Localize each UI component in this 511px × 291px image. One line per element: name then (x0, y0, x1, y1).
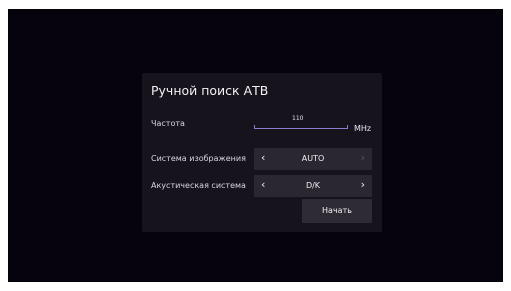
frequency-unit: MHz (354, 124, 372, 133)
frequency-tick-left (254, 125, 255, 129)
sound-system-label: Акустическая система (151, 181, 246, 190)
frequency-underline (254, 128, 348, 129)
frequency-label: Частота (151, 119, 185, 128)
sound-system-value: D/K (305, 181, 321, 190)
chevron-right-icon[interactable]: › (361, 179, 365, 191)
dialog-title: Ручной поиск АТВ (151, 83, 269, 98)
picture-system-value: AUTO (301, 154, 325, 163)
sound-system-selector[interactable]: ‹ D/K › (254, 175, 372, 197)
manual-atv-search-dialog: Ручной поиск АТВ Частота 110 MHz Система… (142, 73, 382, 232)
tv-screen: Ручной поиск АТВ Частота 110 MHz Система… (8, 9, 503, 282)
picture-system-label: Система изображения (151, 154, 246, 163)
chevron-right-icon[interactable]: › (361, 152, 365, 164)
frequency-value[interactable]: 110 (292, 115, 303, 122)
picture-system-selector[interactable]: ‹ AUTO › (254, 148, 372, 170)
start-button[interactable]: Начать (302, 199, 372, 223)
frequency-tick-right (347, 125, 348, 129)
